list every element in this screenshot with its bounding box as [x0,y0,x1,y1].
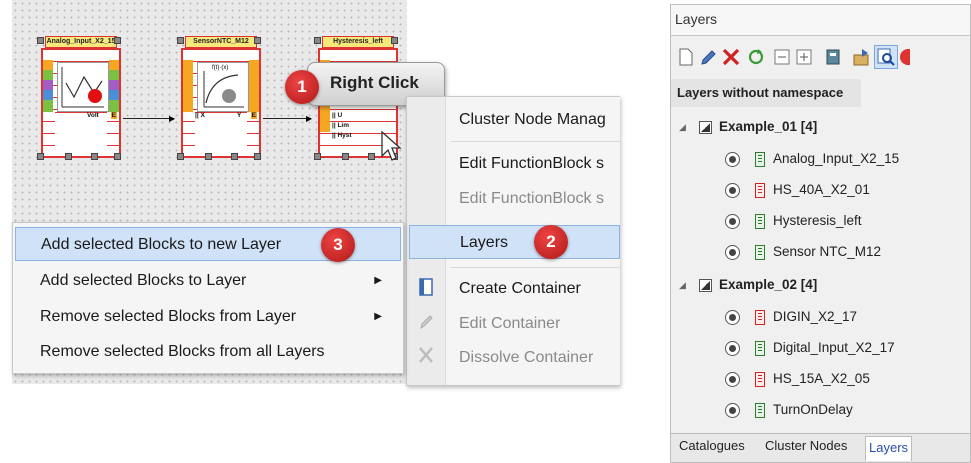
block-title: Hysteresis_left [322,36,394,48]
menu-divider [451,267,621,268]
step-badge-2: 2 [534,225,568,259]
block-icon [755,341,765,356]
close-x-icon [417,345,435,370]
menu-divider [451,141,621,142]
pin-icon [314,37,321,44]
context-menu: Cluster Node Manag Edit FunctionBlock s … [406,96,621,386]
tree-expanded-icon[interactable]: ◢ [679,273,686,297]
pin-icon [65,153,72,160]
panel-tabs: Catalogues Cluster Nodes Layers [671,433,970,462]
layers-panel: Layers Layers without namespace ◢ Exampl… [670,4,971,463]
connection-wire [123,118,174,119]
port-label: Volt [87,112,99,119]
refresh-icon[interactable] [747,47,765,67]
layer-checkbox[interactable] [699,121,712,134]
collapse-all-icon[interactable] [773,47,791,67]
step-badge-3: 3 [321,228,355,262]
visibility-eye-icon[interactable] [725,341,740,356]
tab-layers[interactable]: Layers [865,436,913,461]
pencil-icon [418,313,434,336]
pin-icon [177,153,184,160]
block-title: Analog_Input_X2_15 [45,36,117,48]
menu-item-add-to-layer[interactable]: Add selected Blocks to Layer ▶ [40,264,400,298]
block-icon [755,372,765,387]
tab-catalogues[interactable]: Catalogues [679,438,745,453]
block-body: Volt E [41,48,121,158]
visibility-eye-icon[interactable] [725,372,740,387]
block-icon [755,245,765,260]
signal-graph-icon [61,67,104,108]
submenu-arrow-icon: ▶ [374,275,382,286]
visibility-eye-icon[interactable] [725,183,740,198]
function-block-analog-input[interactable]: Analog_Input_X2_15 Volt E [35,34,123,160]
pin-icon [205,153,212,160]
tab-cluster-nodes[interactable]: Cluster Nodes [765,438,847,453]
pin-icon [37,153,44,160]
pin-icon [368,153,375,160]
block-icon [755,214,765,229]
edit-pencil-icon[interactable] [699,47,717,67]
step-badge-1: 1 [285,70,319,104]
block-icon [755,403,765,418]
red-indicator-icon [88,89,102,103]
pin-icon [177,37,184,44]
visibility-eye-icon[interactable] [725,403,740,418]
mouse-cursor-icon [381,130,402,161]
panel-header: Layers [671,5,970,36]
pin-icon [391,37,398,44]
export-icon[interactable] [852,47,872,67]
section-header: Layers without namespace [671,79,861,107]
menu-item-remove-from-all-layers[interactable]: Remove selected Blocks from all Layers [40,335,325,369]
pin-icon [254,37,261,44]
menu-item-create-container[interactable]: Create Container [459,272,581,306]
pin-icon [37,37,44,44]
pin-icon [342,153,349,160]
menu-item-remove-from-layer[interactable]: Remove selected Blocks from Layer ▶ [40,300,400,334]
panel-title: Layers [675,11,718,27]
menu-item-layers[interactable]: Layers [409,225,620,259]
connection-wire [263,118,311,119]
menu-item-cluster-node-manager[interactable]: Cluster Node Manag [459,103,606,137]
grey-indicator-icon [222,89,236,103]
pin-icon [114,37,121,44]
block-icon [755,183,765,198]
tree-expanded-icon[interactable]: ◢ [679,115,686,139]
analog-input-graphic [57,62,109,112]
menu-item-edit-functionblock-2[interactable]: Edit FunctionBlock s [459,182,604,216]
menu-item-dissolve-container[interactable]: Dissolve Container [459,341,593,375]
visibility-eye-icon[interactable] [725,152,740,167]
block-input-ports [43,60,53,112]
sensor-curve-graphic: f(t)·(x) [197,62,249,112]
container-icon [418,278,434,301]
visibility-eye-icon[interactable] [725,245,740,260]
menu-item-edit-functionblock-1[interactable]: Edit FunctionBlock s [459,147,604,181]
find-magnifier-icon [877,48,895,66]
pin-icon [91,153,98,160]
pin-icon [231,153,238,160]
pin-icon [254,153,261,160]
layer-properties-icon[interactable] [824,47,842,67]
block-icon [755,310,765,325]
new-file-icon[interactable] [677,47,695,67]
block-output-ports [109,60,119,112]
block-body: f(t)·(x) || X Y E [181,48,261,158]
delete-x-icon[interactable] [721,47,741,67]
submenu-arrow-icon: ▶ [374,311,382,322]
find-block-button[interactable] [874,45,898,69]
block-title: SensorNTC_M12 [185,36,257,48]
pin-icon [114,153,121,160]
pin-icon [314,153,321,160]
more-tools-icon[interactable] [900,49,910,65]
visibility-eye-icon[interactable] [725,214,740,229]
menu-item-edit-container[interactable]: Edit Container [459,307,560,341]
block-icon [755,152,765,167]
function-block-sensor-ntc[interactable]: SensorNTC_M12 f(t)·(x) || X Y E [175,34,263,160]
visibility-eye-icon[interactable] [725,310,740,325]
layer-checkbox[interactable] [699,279,712,292]
expand-all-icon[interactable] [795,47,813,67]
